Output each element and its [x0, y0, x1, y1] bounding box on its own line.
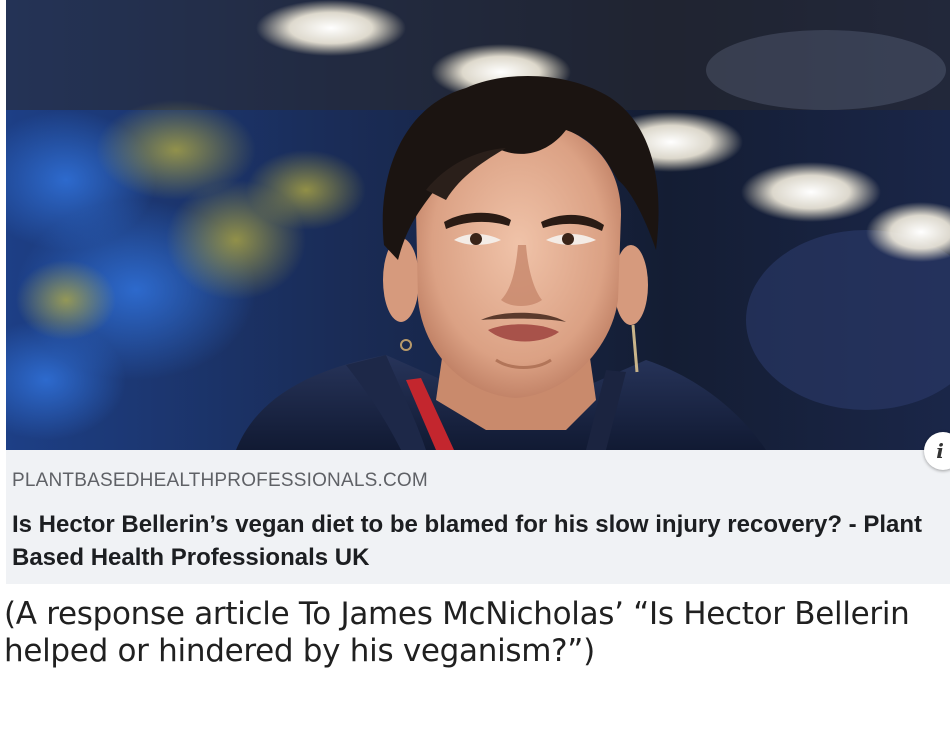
- page: i PLANTBASEDHEALTHPROFESSIONALS.COM Is H…: [0, 0, 950, 730]
- post-caption: (A response article To James McNicholas’…: [4, 596, 910, 669]
- link-domain: PLANTBASEDHEALTHPROFESSIONALS.COM: [12, 470, 428, 491]
- link-preview-card[interactable]: i PLANTBASEDHEALTHPROFESSIONALS.COM Is H…: [6, 0, 950, 584]
- info-icon[interactable]: i: [924, 432, 950, 470]
- preview-image[interactable]: [6, 0, 950, 450]
- player-photo: [6, 0, 950, 450]
- link-headline[interactable]: Is Hector Bellerin’s vegan diet to be bl…: [12, 508, 948, 574]
